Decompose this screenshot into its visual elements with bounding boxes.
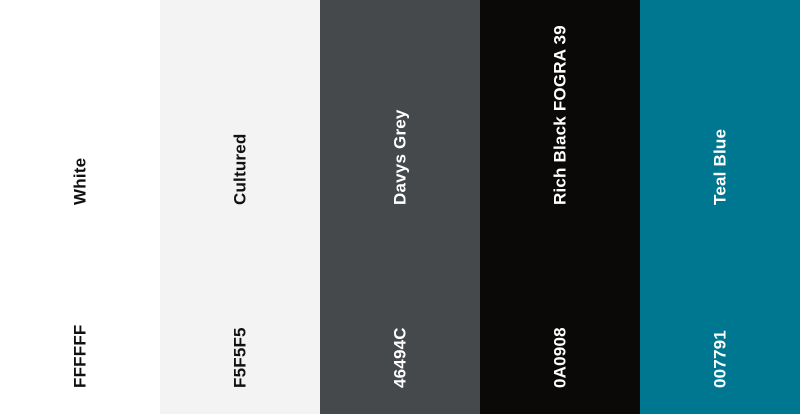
swatch-white: White FFFFFF [0,0,160,414]
swatch-cultured: Cultured F5F5F5 [160,0,320,414]
color-palette: White FFFFFF Cultured F5F5F5 Davys Grey … [0,0,800,414]
color-hex: 0A0908 [550,327,570,388]
color-name: White [70,157,90,205]
color-name: Teal Blue [710,128,730,205]
color-name: Cultured [230,133,250,205]
color-hex: 46494C [390,327,410,388]
swatch-rich-black: Rich Black FOGRA 39 0A0908 [480,0,640,414]
color-hex: FFFFFF [70,324,90,388]
swatch-davys-grey: Davys Grey 46494C [320,0,480,414]
swatch-teal-blue: Teal Blue 007791 [640,0,800,414]
color-hex: 007791 [710,330,730,388]
color-hex: F5F5F5 [230,327,250,388]
color-name: Davys Grey [390,109,410,205]
color-name: Rich Black FOGRA 39 [550,25,570,205]
